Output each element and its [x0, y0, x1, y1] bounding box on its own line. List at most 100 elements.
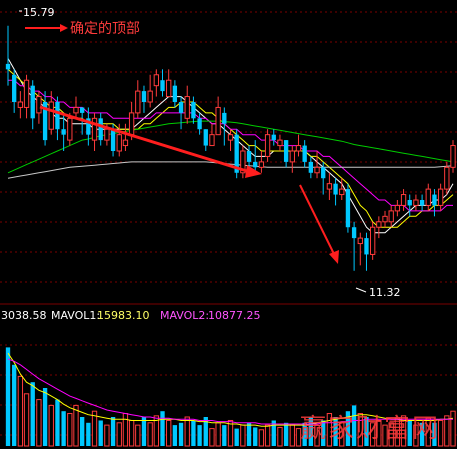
volume-bar	[122, 413, 129, 447]
candle-body	[253, 161, 258, 168]
candle-body	[271, 134, 276, 141]
candle-body	[55, 102, 60, 130]
volume-bar	[246, 422, 252, 446]
candle-body	[153, 74, 159, 87]
candle-body	[246, 151, 252, 162]
candle-body	[345, 189, 351, 228]
candle-body	[264, 134, 271, 157]
volume-bar	[135, 424, 141, 447]
candle-body	[110, 129, 116, 151]
volume-bar	[30, 382, 35, 446]
candle-body	[364, 238, 369, 255]
candle-body	[23, 79, 30, 108]
candle-body	[98, 118, 103, 141]
mavol1-value: 15983.10	[97, 309, 150, 322]
volume-bar	[222, 425, 227, 446]
candle-body	[30, 85, 35, 119]
candle-body	[36, 96, 42, 114]
background	[0, 0, 457, 449]
volume-bar	[240, 424, 246, 447]
candle-body	[91, 117, 98, 141]
volume-bar	[48, 404, 54, 447]
candle-body	[215, 106, 221, 136]
candle-body	[289, 150, 295, 163]
candle-body	[203, 129, 208, 146]
volume-bar	[128, 419, 135, 447]
candle-body	[339, 188, 345, 196]
candle-body	[12, 74, 17, 102]
volume-bar	[5, 347, 11, 446]
candle-body	[128, 112, 135, 136]
mavol1-label: MAVOL1:	[51, 309, 100, 322]
candle-body	[178, 102, 184, 113]
candle-body	[209, 134, 215, 147]
volume-bar	[178, 422, 184, 446]
volume-bar	[36, 399, 42, 447]
candle-body	[80, 107, 85, 113]
volume-bar	[450, 410, 456, 447]
candle-body	[314, 166, 320, 174]
volume-legend: 3038.58 MAVOL1: 15983.10 MAVOL2: 10877.2…	[1, 309, 261, 322]
volume-bar	[160, 411, 165, 446]
candle-body	[122, 139, 129, 147]
volume-bar	[73, 404, 79, 447]
candle-body	[437, 188, 444, 206]
volume-bar	[191, 420, 196, 446]
mavol2-value: 10877.25	[208, 309, 261, 322]
volume-bar	[172, 425, 178, 446]
volume-bar	[67, 413, 73, 447]
candle-body	[302, 145, 307, 162]
low-price-label: 11.32	[369, 286, 401, 299]
watermark: 赢家财富网	[300, 414, 440, 444]
candle-body	[5, 63, 11, 70]
candle-body	[308, 161, 314, 173]
volume-bar	[253, 427, 258, 446]
candle-body	[166, 79, 172, 98]
candle-body	[277, 139, 283, 147]
candle-body	[425, 188, 431, 206]
volume-value: 3038.58	[1, 309, 47, 322]
volume-bar	[104, 424, 110, 447]
candle-body	[333, 183, 338, 195]
candle-body	[17, 101, 24, 108]
volume-bar	[264, 424, 271, 447]
candle-body	[172, 85, 178, 102]
candle-body	[394, 204, 401, 212]
candle-body	[283, 140, 289, 162]
candle-body	[321, 167, 326, 179]
volume-bar	[277, 426, 283, 447]
volume-bar	[141, 417, 147, 446]
volume-bar	[86, 422, 91, 446]
volume-bar	[234, 428, 239, 446]
candle-body	[61, 129, 66, 135]
stock-chart: 15.79 确定的顶部 11.32 3038.58 MAVOL1: 15983.…	[0, 0, 457, 449]
volume-bar	[147, 422, 153, 447]
volume-bar	[209, 428, 215, 447]
candle-body	[407, 200, 412, 206]
candle-body	[369, 226, 376, 255]
volume-bar	[116, 422, 122, 447]
top-note-text: 确定的顶部	[70, 21, 140, 37]
volume-bar	[166, 419, 172, 447]
mavol2-label: MAVOL2:	[160, 309, 209, 322]
volume-bar	[289, 424, 295, 447]
candle-body	[147, 90, 153, 103]
candle-body	[258, 161, 265, 168]
candle-body	[432, 194, 437, 206]
candle-body	[191, 102, 196, 119]
volume-bar	[80, 417, 85, 446]
candle-body	[382, 215, 388, 223]
volume-bar	[61, 411, 66, 446]
candle-body	[450, 145, 456, 168]
candle-body	[376, 221, 382, 228]
volume-bar	[444, 415, 450, 447]
candle-body	[351, 227, 357, 239]
candle-body	[419, 200, 425, 206]
candle-body	[222, 112, 227, 124]
candle-body	[444, 166, 450, 190]
candle-body	[67, 117, 73, 141]
candle-body	[197, 118, 202, 130]
candle-body	[413, 199, 419, 206]
volume-bar	[98, 420, 103, 446]
candle-body	[73, 106, 79, 114]
